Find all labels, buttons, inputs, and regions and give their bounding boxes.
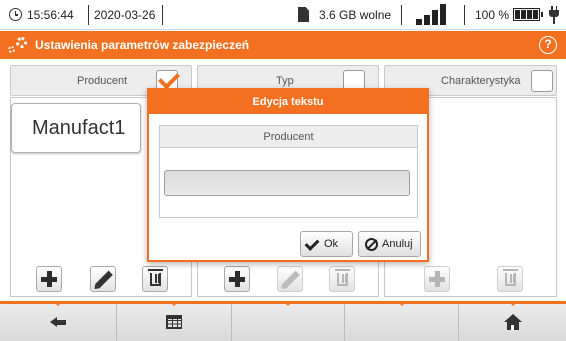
status-divider bbox=[162, 5, 163, 25]
check-icon bbox=[304, 236, 320, 251]
status-date: 2020-03-26 bbox=[94, 8, 156, 22]
text-input[interactable] bbox=[164, 170, 410, 196]
dialog-title: Edycja tekstu bbox=[149, 90, 427, 114]
trash-icon bbox=[148, 269, 163, 286]
nav-button-empty[interactable] bbox=[232, 301, 345, 341]
charakterystyka-checkbox[interactable] bbox=[531, 70, 553, 92]
notch-marker bbox=[283, 301, 293, 306]
plus-icon bbox=[229, 271, 245, 287]
nav-button-empty[interactable] bbox=[345, 301, 459, 341]
table-icon bbox=[166, 315, 182, 329]
plug-icon bbox=[549, 6, 559, 24]
storage-free: 3.6 GB wolne bbox=[319, 8, 392, 22]
home-icon bbox=[503, 314, 522, 330]
ok-label: Ok bbox=[324, 238, 339, 250]
battery-level: 100 % bbox=[475, 8, 510, 22]
settings-gears-icon bbox=[8, 37, 28, 53]
clock-icon bbox=[9, 8, 22, 21]
delete-button[interactable] bbox=[329, 266, 355, 292]
battery-icon bbox=[513, 8, 543, 21]
cancel-label: Anuluj bbox=[382, 238, 413, 250]
table-button[interactable] bbox=[117, 301, 232, 341]
notch-marker bbox=[53, 301, 63, 306]
delete-button[interactable] bbox=[142, 266, 168, 292]
edit-button[interactable] bbox=[90, 266, 116, 292]
add-button[interactable] bbox=[224, 266, 250, 292]
status-time: 15:56:44 bbox=[27, 8, 74, 22]
notch-marker bbox=[169, 301, 179, 306]
column-label: Typ bbox=[276, 75, 294, 87]
ok-button[interactable]: Ok bbox=[300, 231, 353, 257]
home-button[interactable] bbox=[459, 301, 566, 341]
signal-strength-icon bbox=[416, 4, 454, 25]
delete-button[interactable] bbox=[497, 266, 523, 292]
help-icon[interactable]: ? bbox=[539, 36, 557, 54]
edit-button[interactable] bbox=[277, 266, 303, 292]
status-bar: 15:56:44 2020-03-26 3.6 GB wolne 100 % bbox=[0, 0, 566, 30]
plus-icon bbox=[41, 271, 57, 287]
list-item[interactable]: Manufact1 bbox=[11, 103, 141, 153]
dialog-field-label: Producent bbox=[160, 126, 417, 148]
cancel-icon bbox=[365, 238, 378, 251]
page-title: Ustawienia parametrów zabezpieczeń bbox=[35, 38, 250, 52]
back-button[interactable] bbox=[0, 301, 117, 341]
notch-marker bbox=[507, 301, 518, 306]
column-label: Charakterystyka bbox=[441, 75, 521, 87]
back-arrow-icon bbox=[50, 317, 66, 328]
pencil-icon bbox=[282, 270, 300, 289]
notch-marker bbox=[396, 301, 407, 306]
status-divider bbox=[464, 5, 465, 25]
sd-card-icon bbox=[298, 7, 309, 22]
title-bar: Ustawienia parametrów zabezpieczeń ? bbox=[0, 31, 566, 59]
cancel-button[interactable]: Anuluj bbox=[358, 231, 421, 257]
add-button[interactable] bbox=[36, 266, 62, 292]
status-divider bbox=[88, 5, 89, 25]
trash-icon bbox=[335, 269, 350, 286]
plus-icon bbox=[429, 271, 445, 287]
column-label: Producent bbox=[77, 75, 128, 87]
trash-icon bbox=[503, 269, 518, 286]
pencil-icon bbox=[95, 270, 113, 289]
status-divider bbox=[401, 5, 402, 25]
add-button[interactable] bbox=[424, 266, 450, 292]
